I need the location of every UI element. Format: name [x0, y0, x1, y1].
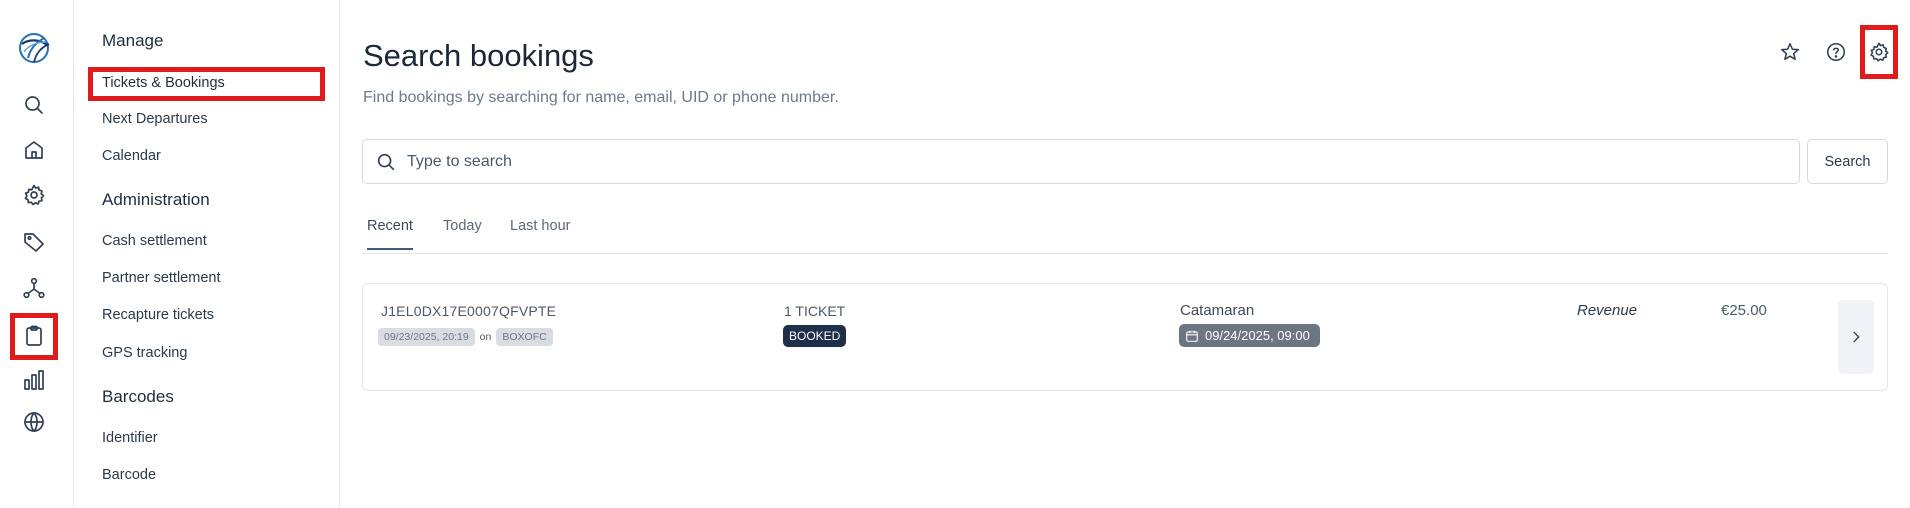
- home-icon[interactable]: [20, 136, 48, 164]
- bar-chart-icon[interactable]: [20, 366, 48, 394]
- tab-recent[interactable]: Recent: [367, 218, 413, 250]
- clipboard-highlight: [10, 313, 58, 360]
- search-button[interactable]: Search: [1807, 139, 1888, 184]
- main-content: Search bookings Find bookings by searchi…: [340, 0, 1910, 508]
- nav-item-tickets-bookings[interactable]: Tickets & Bookings: [88, 67, 325, 101]
- nav-item-barcode[interactable]: Barcode: [102, 467, 156, 483]
- tab-bar: Recent Today Last hour: [362, 212, 1888, 254]
- booking-uid: J1EL0DX17E0007QFVPTE: [381, 303, 557, 319]
- booking-channel-badge: BOXOFC: [496, 328, 553, 346]
- page-subtitle: Find bookings by searching for name, ema…: [363, 89, 839, 106]
- sub-navigation: Manage Tickets & Bookings Next Departure…: [74, 0, 340, 508]
- nav-section-administration: Administration: [102, 190, 210, 209]
- departure-badge: 09/24/2025, 09:00: [1179, 324, 1320, 347]
- booking-card[interactable]: J1EL0DX17E0007QFVPTE 09/23/2025, 20:19 o…: [362, 283, 1888, 391]
- nav-item-next-departures[interactable]: Next Departures: [102, 111, 208, 127]
- booking-created-badge: 09/23/2025, 20:19: [378, 328, 475, 346]
- booking-product: Catamaran: [1180, 302, 1255, 319]
- search-icon[interactable]: [20, 91, 48, 119]
- gear-icon[interactable]: [20, 181, 48, 209]
- page-title: Search bookings: [363, 38, 594, 73]
- tag-icon[interactable]: [20, 228, 48, 256]
- nav-item-identifier[interactable]: Identifier: [102, 430, 158, 446]
- settings-highlight: [1860, 25, 1898, 79]
- help-icon[interactable]: [1822, 38, 1850, 66]
- nav-section-manage: Manage: [102, 31, 164, 50]
- nav-item-gps-tracking[interactable]: GPS tracking: [102, 345, 187, 361]
- icon-rail: [0, 0, 74, 508]
- nav-item-partner-settlement[interactable]: Partner settlement: [102, 270, 220, 286]
- logo-icon[interactable]: [16, 30, 52, 66]
- tab-last-hour[interactable]: Last hour: [510, 218, 570, 248]
- search-field-icon: [377, 153, 395, 170]
- globe-icon[interactable]: [20, 408, 48, 436]
- star-icon[interactable]: [1776, 38, 1804, 66]
- booking-meta: 09/23/2025, 20:19 on BOXOFC: [378, 328, 553, 346]
- open-booking-button[interactable]: [1838, 300, 1874, 374]
- status-badge: BOOKED: [783, 325, 847, 347]
- booking-on-label: on: [479, 331, 492, 343]
- revenue-value: €25.00: [1721, 302, 1767, 319]
- nav-item-cash-settlement[interactable]: Cash settlement: [102, 233, 207, 249]
- chevron-right-icon: [1853, 331, 1860, 343]
- search-input[interactable]: [407, 152, 1799, 171]
- nav-item-calendar[interactable]: Calendar: [102, 148, 161, 164]
- departure-date: 09/24/2025, 09:00: [1205, 328, 1310, 343]
- nav-section-barcodes: Barcodes: [102, 387, 174, 406]
- search-field: [362, 139, 1800, 184]
- tab-today[interactable]: Today: [443, 218, 482, 248]
- calendar-icon: [1186, 330, 1198, 342]
- revenue-label: Revenue: [1577, 302, 1638, 319]
- network-icon[interactable]: [20, 274, 48, 302]
- booking-ticket-count: 1 TICKET: [784, 303, 846, 319]
- app-root: Manage Tickets & Bookings Next Departure…: [0, 0, 1910, 508]
- nav-item-recapture-tickets[interactable]: Recapture tickets: [102, 307, 214, 323]
